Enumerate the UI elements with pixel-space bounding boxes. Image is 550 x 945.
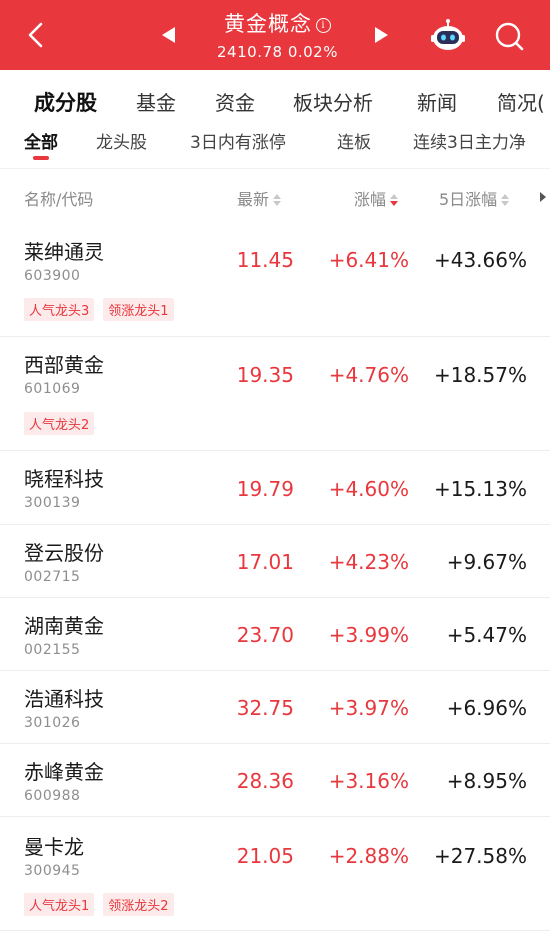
stock-code: 300139 <box>24 495 81 511</box>
stock-tag: 人气龙头2 <box>24 412 95 435</box>
stock-change-5d: +27.58% <box>433 844 527 868</box>
sort-desc-icon <box>390 194 399 206</box>
stock-change: +4.76% <box>328 363 409 387</box>
stock-name: 晓程科技 <box>24 467 104 491</box>
stock-price: 21.05 <box>236 844 294 868</box>
filter-tabs: 全部 龙头股 3日内有涨停 连板 连续3日主力净 <box>0 128 550 168</box>
stock-name: 浩通科技 <box>24 687 104 711</box>
top-header: 黄金概念 i 2410.78 0.02% <box>0 0 550 70</box>
next-arrow-icon[interactable] <box>375 27 388 43</box>
tab-sector-analysis[interactable]: 板块分析 <box>293 87 373 116</box>
stock-code: 601069 <box>24 381 81 397</box>
stock-change: +4.23% <box>328 550 409 574</box>
more-columns-icon[interactable] <box>540 192 546 202</box>
stock-price: 19.79 <box>236 477 294 501</box>
stock-tags: 人气龙头3 领涨龙头1 <box>24 298 183 321</box>
stock-name: 西部黄金 <box>24 353 104 377</box>
index-value: 2410.78 <box>217 43 283 61</box>
stock-row[interactable]: 湖南黄金 002155 23.70 +3.99% +5.47% <box>0 598 550 671</box>
stock-row[interactable]: 赤峰黄金 600988 28.36 +3.16% +8.95% <box>0 744 550 817</box>
col-change-5d-label: 5日涨幅 <box>439 190 498 209</box>
stock-change: +3.16% <box>328 769 409 793</box>
stock-price: 23.70 <box>236 623 294 647</box>
stock-name: 登云股份 <box>24 541 104 565</box>
stock-row[interactable]: 浩通科技 301026 32.75 +3.97% +6.96% <box>0 671 550 744</box>
stock-row[interactable]: 西部黄金 601069 19.35 +4.76% +18.57% 人气龙头2 <box>0 337 550 451</box>
stock-change-5d: +43.66% <box>433 248 527 272</box>
stock-change: +4.60% <box>328 477 409 501</box>
robot-assistant-icon[interactable] <box>430 18 466 54</box>
stock-name: 赤峰黄金 <box>24 760 104 784</box>
index-change: 0.02% <box>287 43 338 61</box>
search-icon[interactable] <box>493 20 525 52</box>
stock-change-5d: +6.96% <box>446 696 527 720</box>
col-latest[interactable]: 最新 <box>237 186 282 210</box>
prev-arrow-icon[interactable] <box>162 27 175 43</box>
stock-change: +3.99% <box>328 623 409 647</box>
stock-name: 曼卡龙 <box>24 835 84 859</box>
stock-change-5d: +8.95% <box>446 769 527 793</box>
stock-change-5d: +15.13% <box>433 477 527 501</box>
stock-change: +3.97% <box>328 696 409 720</box>
stock-row[interactable]: 晓程科技 300139 19.79 +4.60% +15.13% <box>0 451 550 525</box>
stock-row[interactable]: 登云股份 002715 17.01 +4.23% +9.67% <box>0 525 550 598</box>
page-title: 黄金概念 i <box>190 8 365 38</box>
tab-profile[interactable]: 简况( <box>497 87 545 116</box>
stock-name: 莱绅通灵 <box>24 240 104 264</box>
tab-funds[interactable]: 基金 <box>136 87 176 116</box>
back-icon[interactable] <box>22 20 52 50</box>
tab-constituents[interactable]: 成分股 <box>34 87 97 117</box>
filter-consecutive-limit[interactable]: 连板 <box>337 128 371 153</box>
filter-limit-up-3d[interactable]: 3日内有涨停 <box>190 128 286 153</box>
stock-change-5d: +9.67% <box>446 550 527 574</box>
active-tab-indicator <box>33 156 49 160</box>
col-change-label: 涨幅 <box>354 190 387 209</box>
stock-name: 湖南黄金 <box>24 614 104 638</box>
tab-news[interactable]: 新闻 <box>417 87 457 116</box>
stock-change: +6.41% <box>328 248 409 272</box>
sort-icon <box>273 194 282 206</box>
tab-capital[interactable]: 资金 <box>215 87 255 116</box>
stock-row[interactable]: 莱绅通灵 603900 11.45 +6.41% +43.66% 人气龙头3 领涨… <box>0 224 550 337</box>
main-tabs: 成分股 基金 资金 板块分析 新闻 简况( <box>0 70 550 128</box>
info-icon[interactable]: i <box>316 18 331 33</box>
stock-tags: 人气龙头1 领涨龙头2 <box>24 893 183 916</box>
stock-price: 28.36 <box>236 769 294 793</box>
stock-price: 11.45 <box>236 248 294 272</box>
col-change-5d[interactable]: 5日涨幅 <box>439 186 510 210</box>
stock-tag: 人气龙头3 <box>24 298 95 321</box>
col-change[interactable]: 涨幅 <box>354 186 399 210</box>
col-name-code: 名称/代码 <box>24 190 94 209</box>
stock-price: 19.35 <box>236 363 294 387</box>
index-readout: 2410.78 0.02% <box>190 43 365 61</box>
stock-change: +2.88% <box>328 844 409 868</box>
stock-tag: 领涨龙头2 <box>103 893 174 916</box>
stock-code: 300945 <box>24 863 81 879</box>
stock-code: 002155 <box>24 642 81 658</box>
stock-code: 600988 <box>24 788 81 804</box>
stock-price: 32.75 <box>236 696 294 720</box>
sort-icon <box>501 194 510 206</box>
stock-row[interactable]: 曼卡龙 300945 21.05 +2.88% +27.58% 人气龙头1 领涨龙… <box>0 817 550 931</box>
stock-change-5d: +5.47% <box>446 623 527 647</box>
filter-main-inflow-3d[interactable]: 连续3日主力净 <box>413 128 526 153</box>
stock-code: 301026 <box>24 715 81 731</box>
col-latest-label: 最新 <box>237 190 270 209</box>
stock-code: 603900 <box>24 268 81 284</box>
filter-leaders[interactable]: 龙头股 <box>96 128 147 153</box>
stock-price: 17.01 <box>236 550 294 574</box>
stock-change-5d: +18.57% <box>433 363 527 387</box>
stock-tags: 人气龙头2 <box>24 412 103 435</box>
title-block: 黄金概念 i 2410.78 0.02% <box>190 8 365 61</box>
column-header: 名称/代码 最新 涨幅 5日涨幅 <box>0 168 550 224</box>
page-title-text: 黄金概念 <box>224 12 312 36</box>
stock-tag: 人气龙头1 <box>24 893 95 916</box>
stock-tag: 领涨龙头1 <box>103 298 174 321</box>
stock-code: 002715 <box>24 569 81 585</box>
filter-all[interactable]: 全部 <box>24 128 58 153</box>
